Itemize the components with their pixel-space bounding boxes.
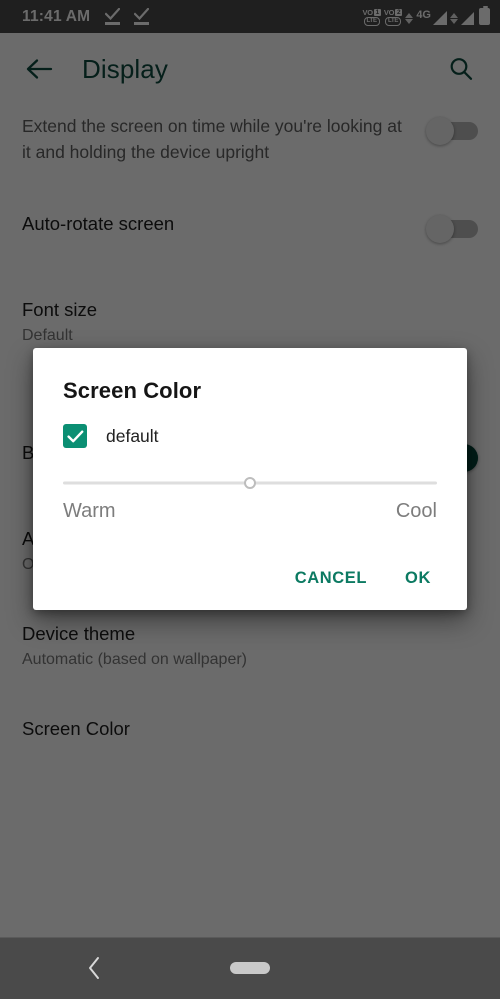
home-pill-indicator[interactable]: [230, 962, 270, 974]
default-checkbox-row[interactable]: default: [63, 424, 437, 448]
nav-divider: [0, 937, 500, 938]
chevron-left-icon[interactable]: [82, 955, 108, 981]
navigation-bar: [0, 937, 500, 999]
checkbox-checked-icon[interactable]: [63, 424, 87, 448]
slider-labels: Warm Cool: [63, 500, 437, 523]
ok-button[interactable]: OK: [403, 563, 433, 594]
slider-left-label: Warm: [63, 500, 116, 522]
slider-right-label: Cool: [395, 500, 437, 522]
dialog-actions: CANCEL OK: [63, 563, 437, 594]
device-screen: 11:41 AM VO 1 LTE: [0, 0, 500, 999]
screen-color-dialog: Screen Color default Warm Cool CANCEL OK: [33, 348, 467, 610]
screen-color-slider[interactable]: [63, 474, 437, 492]
cancel-button[interactable]: CANCEL: [293, 563, 369, 594]
checkbox-label: default: [106, 425, 159, 446]
slider-thumb[interactable]: [244, 477, 256, 489]
dialog-title: Screen Color: [63, 378, 202, 403]
